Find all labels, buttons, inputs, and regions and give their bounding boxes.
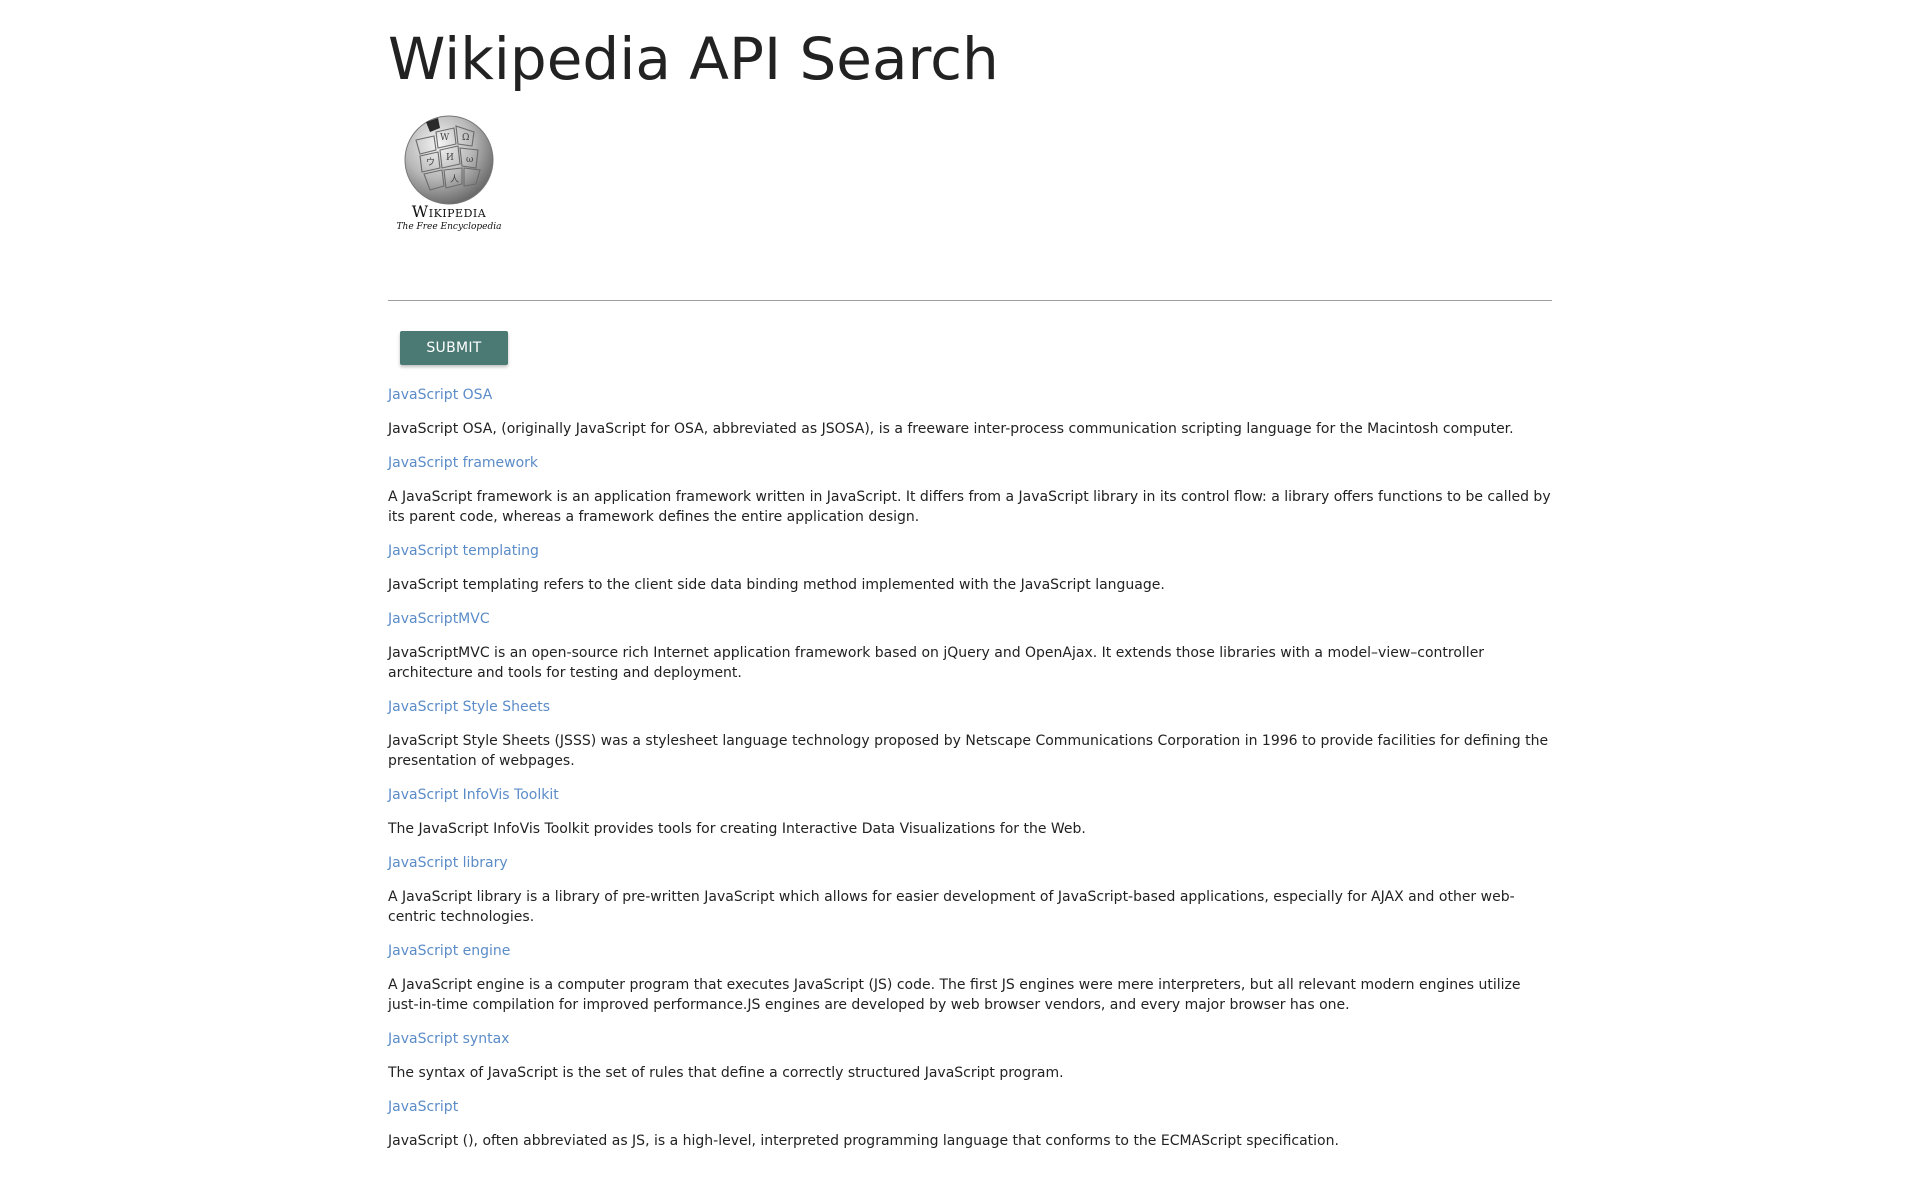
result-link[interactable]: JavaScript framework xyxy=(388,453,1552,473)
result-item: JavaScript library A JavaScript library … xyxy=(388,853,1552,927)
result-link[interactable]: JavaScript InfoVis Toolkit xyxy=(388,785,1552,805)
wikipedia-globe-icon: W Ω ウ И ω 人 xyxy=(404,115,494,205)
wikipedia-logo: W Ω ウ И ω 人 Wikipedia The Free Encyclope… xyxy=(396,110,502,234)
result-link[interactable]: JavaScript engine xyxy=(388,941,1552,961)
page-title: Wikipedia API Search xyxy=(388,25,999,93)
result-item: JavaScript InfoVis Toolkit The JavaScrip… xyxy=(388,785,1552,839)
result-link[interactable]: JavaScriptMVC xyxy=(388,609,1552,629)
result-snippet: The JavaScript InfoVis Toolkit provides … xyxy=(388,821,1086,837)
result-snippet: A JavaScript engine is a computer progra… xyxy=(388,977,1521,1013)
svg-text:W: W xyxy=(440,133,450,143)
result-snippet: JavaScript (), often abbreviated as JS, … xyxy=(388,1133,1339,1149)
result-item: JavaScript OSA JavaScript OSA, (original… xyxy=(388,385,1552,439)
result-link[interactable]: JavaScript syntax xyxy=(388,1029,1552,1049)
result-item: JavaScript syntax The syntax of JavaScri… xyxy=(388,1029,1552,1083)
svg-text:Ω: Ω xyxy=(462,133,469,143)
svg-text:И: И xyxy=(446,153,454,163)
result-link[interactable]: JavaScript library xyxy=(388,853,1552,873)
result-item: JavaScriptMVC JavaScriptMVC is an open-s… xyxy=(388,609,1552,683)
svg-text:人: 人 xyxy=(450,174,459,185)
logo-tagline: The Free Encyclopedia xyxy=(396,222,502,232)
page-container: Wikipedia API Search W Ω ウ И ω 人 Wikiped… xyxy=(388,0,1552,1165)
search-results: JavaScript OSA JavaScript OSA, (original… xyxy=(388,385,1552,1151)
result-link[interactable]: JavaScript OSA xyxy=(388,385,1552,405)
svg-text:ウ: ウ xyxy=(426,157,435,168)
logo-wordmark: Wikipedia xyxy=(411,202,487,221)
submit-button[interactable]: SUBMIT xyxy=(400,331,508,365)
result-link[interactable]: JavaScript templating xyxy=(388,541,1552,561)
result-snippet: JavaScript templating refers to the clie… xyxy=(388,577,1165,593)
result-item: JavaScript JavaScript (), often abbrevia… xyxy=(388,1097,1552,1151)
result-item: JavaScript Style Sheets JavaScript Style… xyxy=(388,697,1552,771)
result-snippet: The syntax of JavaScript is the set of r… xyxy=(388,1065,1064,1081)
search-input[interactable] xyxy=(388,267,1552,301)
result-snippet: JavaScript OSA, (originally JavaScript f… xyxy=(388,421,1514,437)
result-snippet: A JavaScript library is a library of pre… xyxy=(388,889,1515,925)
result-snippet: JavaScript Style Sheets (JSSS) was a sty… xyxy=(388,733,1549,769)
result-snippet: A JavaScript framework is an application… xyxy=(388,489,1551,525)
result-link[interactable]: JavaScript Style Sheets xyxy=(388,697,1552,717)
result-snippet: JavaScriptMVC is an open-source rich Int… xyxy=(388,645,1485,681)
result-item: JavaScript templating JavaScript templat… xyxy=(388,541,1552,595)
result-item: JavaScript framework A JavaScript framew… xyxy=(388,453,1552,527)
result-link[interactable]: JavaScript xyxy=(388,1097,1552,1117)
result-item: JavaScript engine A JavaScript engine is… xyxy=(388,941,1552,1015)
svg-text:ω: ω xyxy=(466,155,473,165)
